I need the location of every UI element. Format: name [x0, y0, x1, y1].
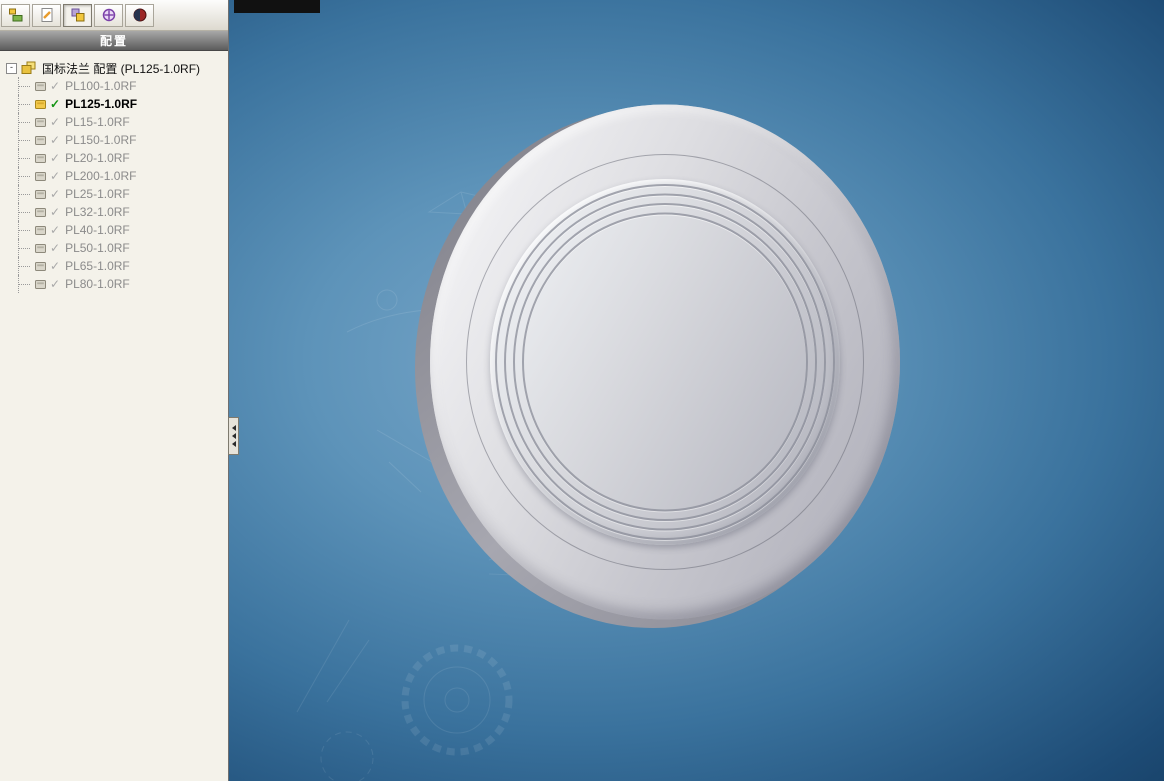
config-root-label: 国标法兰 配置 (PL125-1.0RF): [42, 61, 201, 76]
config-label: PL25-1.0RF: [65, 187, 130, 201]
config-tree-item[interactable]: ✓ PL125-1.0RF: [18, 95, 228, 113]
configuration-icon: [34, 206, 47, 219]
config-check-icon: ✓: [50, 151, 61, 165]
configuration-icon: [34, 278, 47, 291]
solidworks-window: 配置 - 国标法兰 配置 (PL125-1.0RF) ✓ PL100-1.0RF…: [0, 0, 1164, 781]
config-tree-item[interactable]: ✓ PL40-1.0RF: [18, 221, 228, 239]
tree-connector: [18, 167, 33, 185]
config-label: PL65-1.0RF: [65, 259, 130, 273]
config-check-icon: ✓: [50, 277, 61, 291]
configuration-icon: [34, 224, 47, 237]
tree-connector: [18, 239, 33, 257]
config-check-icon: ✓: [50, 187, 61, 201]
viewport-top-strip: [234, 0, 320, 13]
collapse-arrow-icon: [231, 441, 236, 447]
config-label: PL80-1.0RF: [65, 277, 130, 291]
tree-connector: [18, 149, 33, 167]
displaymanager-tab[interactable]: [125, 3, 154, 27]
config-check-icon: ✓: [50, 115, 61, 129]
config-tree-item[interactable]: ✓ PL80-1.0RF: [18, 275, 228, 293]
configuration-icon: [34, 116, 47, 129]
configuration-icon: [34, 80, 47, 93]
config-tree-item[interactable]: ✓ PL65-1.0RF: [18, 257, 228, 275]
panel-header: 配置: [0, 31, 228, 51]
config-check-icon: ✓: [50, 169, 61, 183]
config-label: PL32-1.0RF: [65, 205, 130, 219]
config-label: PL100-1.0RF: [65, 79, 137, 93]
panel-splitter-handle[interactable]: [228, 417, 239, 455]
config-label: PL50-1.0RF: [65, 241, 130, 255]
dimxpertmanager-tab[interactable]: [94, 3, 123, 27]
config-label: PL40-1.0RF: [65, 223, 130, 237]
config-tree-item[interactable]: ✓ PL20-1.0RF: [18, 149, 228, 167]
tree-connector: [18, 131, 33, 149]
config-check-icon: ✓: [50, 97, 61, 111]
tree-connector: [18, 221, 33, 239]
flange-bore-chamfer: [539, 230, 791, 494]
config-tree: - 国标法兰 配置 (PL125-1.0RF) ✓ PL100-1.0RF ✓ …: [0, 51, 228, 781]
configuration-icon: [34, 242, 47, 255]
configuration-icon: [34, 98, 47, 111]
collapse-toggle-icon[interactable]: -: [6, 62, 17, 74]
tree-connector: [18, 77, 33, 95]
featuremanager-icon: [8, 8, 22, 22]
configuration-manager-panel: 配置 - 国标法兰 配置 (PL125-1.0RF) ✓ PL100-1.0RF…: [0, 0, 229, 781]
configuration-icon: [34, 188, 47, 201]
collapse-arrow-icon: [231, 433, 236, 439]
configuration-icon: [34, 134, 47, 147]
config-check-icon: ✓: [50, 241, 61, 255]
config-check-icon: ✓: [50, 259, 61, 273]
configuration-icon: [34, 152, 47, 165]
config-tree-item[interactable]: ✓ PL15-1.0RF: [18, 113, 228, 131]
viewport-3d[interactable]: [229, 0, 1164, 781]
config-label: PL125-1.0RF: [65, 97, 138, 111]
configurationmanager-icon: [71, 8, 84, 22]
config-check-icon: ✓: [50, 205, 61, 219]
tree-connector: [18, 185, 33, 203]
featuremanager-tab[interactable]: [1, 3, 30, 27]
propertymanager-tab[interactable]: [32, 3, 61, 27]
config-check-icon: ✓: [50, 223, 61, 237]
configuration-icon: [34, 170, 47, 183]
manager-tab-bar: [0, 0, 228, 31]
propertymanager-icon: [41, 8, 52, 22]
config-tree-item[interactable]: ✓ PL25-1.0RF: [18, 185, 228, 203]
config-check-icon: ✓: [50, 133, 61, 147]
displaymanager-icon: [133, 8, 146, 22]
dimxpertmanager-icon: [102, 8, 115, 22]
configurationmanager-tab[interactable]: [63, 3, 92, 27]
config-list: ✓ PL100-1.0RF ✓ PL125-1.0RF ✓ PL15-1.0RF: [18, 77, 228, 293]
tree-connector: [18, 257, 33, 275]
tree-connector: [18, 113, 33, 131]
config-tree-item[interactable]: ✓ PL200-1.0RF: [18, 167, 228, 185]
panel-header-label: 配置: [99, 34, 128, 48]
config-label: PL150-1.0RF: [65, 133, 137, 147]
config-check-icon: ✓: [50, 79, 61, 93]
config-label: PL200-1.0RF: [65, 169, 137, 183]
configuration-icon: [34, 260, 47, 273]
config-tree-item[interactable]: ✓ PL100-1.0RF: [18, 77, 228, 95]
config-tree-item[interactable]: ✓ PL32-1.0RF: [18, 203, 228, 221]
tree-connector: [18, 275, 33, 293]
config-tree-root[interactable]: - 国标法兰 配置 (PL125-1.0RF): [4, 59, 228, 77]
collapse-arrow-icon: [231, 425, 236, 431]
tree-connector: [18, 203, 33, 221]
config-label: PL15-1.0RF: [65, 115, 130, 129]
tree-connector: [18, 95, 33, 113]
configurations-root-icon: [21, 61, 36, 75]
config-tree-item[interactable]: ✓ PL150-1.0RF: [18, 131, 228, 149]
config-label: PL20-1.0RF: [65, 151, 130, 165]
config-tree-item[interactable]: ✓ PL50-1.0RF: [18, 239, 228, 257]
